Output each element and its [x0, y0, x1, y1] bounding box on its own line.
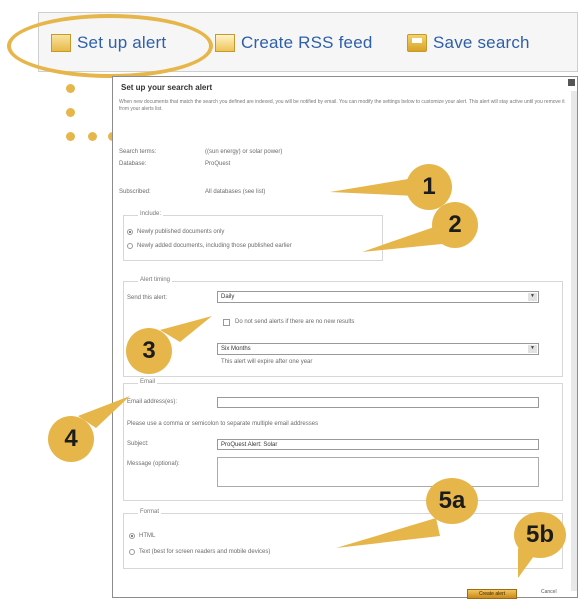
callout-1-pointer	[330, 178, 416, 196]
callout-badge-5b: 5b	[514, 512, 566, 558]
callout-pointers	[78, 178, 534, 578]
callout-badge-3: 3	[126, 328, 172, 374]
callout-badge-2: 2	[432, 202, 478, 248]
callout-badge-4: 4	[48, 416, 94, 462]
callout-5a-pointer	[336, 518, 440, 548]
callout-2-pointer	[362, 225, 442, 252]
callout-badge-5a: 5a	[426, 478, 478, 524]
